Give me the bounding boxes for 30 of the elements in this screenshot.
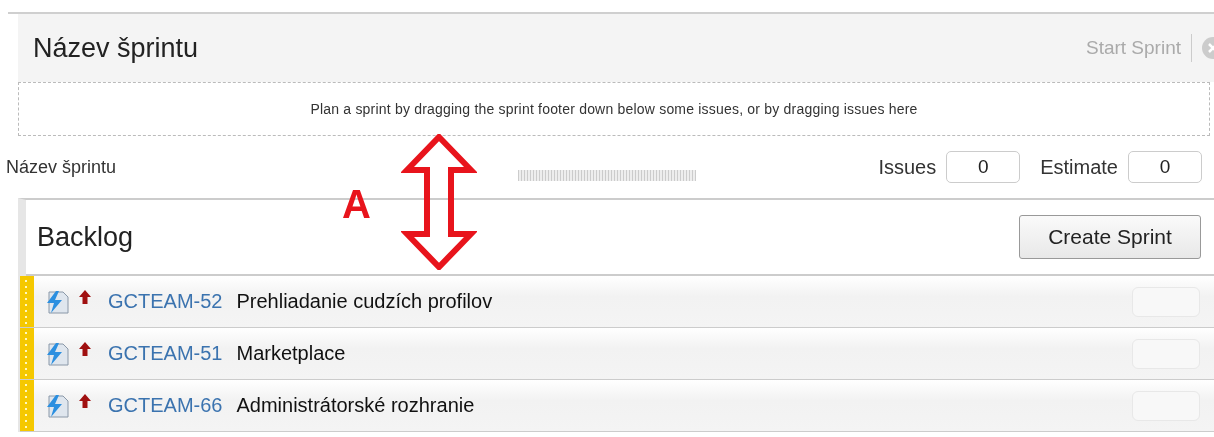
grabber-handle[interactable]: [20, 380, 34, 431]
estimate-value: 0: [1128, 151, 1202, 183]
issue-key-link[interactable]: GCTEAM-52: [108, 290, 223, 313]
issues-count: 0: [946, 151, 1021, 183]
issue-row[interactable]: GCTEAM-51 Marketplace: [20, 328, 1214, 380]
estimate-label: Estimate: [1040, 155, 1118, 179]
double-arrow-icon: [401, 134, 477, 270]
create-sprint-button[interactable]: Create Sprint: [1019, 215, 1201, 259]
grabber-handle[interactable]: [20, 276, 34, 327]
issues-label: Issues: [878, 155, 937, 179]
issue-summary: Administrátorské rozhranie: [236, 394, 475, 417]
up-arrow-icon: [79, 342, 91, 356]
sprint-title: Název šprintu: [33, 32, 199, 64]
issue-summary: Marketplace: [236, 342, 346, 365]
backlog-title: Backlog: [37, 221, 134, 253]
issue-row[interactable]: GCTEAM-52 Prehliadanie cudzích profilov: [20, 276, 1214, 328]
up-arrow-icon: [79, 290, 91, 304]
annotation-label: A: [342, 184, 371, 224]
issue-summary: Prehliadanie cudzích profilov: [236, 290, 493, 313]
issue-row[interactable]: GCTEAM-66 Administrátorské rozhranie: [20, 380, 1214, 432]
drop-hint: Plan a sprint by dragging the sprint footer down below some issues, or by dragging issues here: [310, 101, 918, 117]
issue-key-link[interactable]: GCTEAM-51: [108, 342, 223, 365]
sprint-name: Název šprintu: [6, 156, 117, 178]
issue-key-link[interactable]: GCTEAM-66: [108, 394, 223, 417]
story-icon: [44, 340, 70, 367]
story-icon: [44, 288, 70, 315]
grabber-handle[interactable]: [20, 328, 34, 379]
up-arrow-icon: [79, 394, 91, 408]
story-icon: [44, 392, 70, 419]
drag-handle-icon[interactable]: [518, 170, 696, 181]
